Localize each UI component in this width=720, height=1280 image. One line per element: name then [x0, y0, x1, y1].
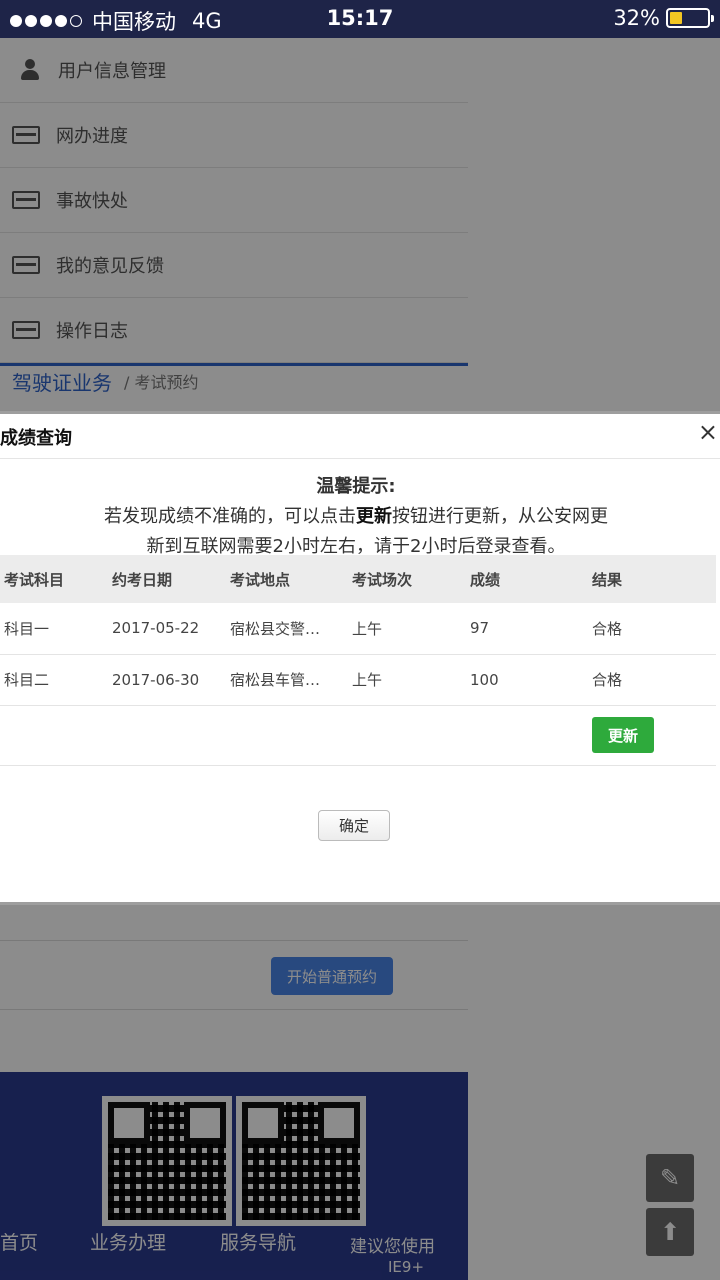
- table-cell: 2017-05-22: [108, 603, 226, 655]
- table-cell: 上午: [348, 603, 466, 655]
- table-action-row: 更新: [0, 705, 716, 766]
- battery-fill: [670, 12, 682, 24]
- notice-text-line1: 若发现成绩不准确的，可以点击更新按钮进行更新，从公安网更: [0, 502, 712, 528]
- score-query-dialog: 成绩查询 × 温馨提示: 若发现成绩不准确的，可以点击更新按钮进行更新，从公安网…: [0, 411, 720, 905]
- dialog-title: 成绩查询: [0, 428, 72, 449]
- table-cell: 上午: [348, 654, 466, 706]
- battery-icon: [666, 8, 714, 28]
- status-right: 32%: [613, 6, 714, 30]
- table-cell: 2017-06-30: [108, 654, 226, 706]
- table-cell: 合格: [588, 603, 716, 655]
- notice-text: 若发现成绩不准确的，可以点击: [104, 506, 356, 527]
- notice-emphasis: 更新: [356, 506, 392, 527]
- table-row: 科目二 2017-06-30 宿松县车管… 上午 100 合格: [0, 654, 716, 706]
- column-header: 约考日期: [108, 555, 226, 603]
- table-cell: 更新: [588, 705, 716, 766]
- table-cell: 科目一: [0, 603, 108, 655]
- close-icon[interactable]: ×: [698, 418, 718, 446]
- table-header-row: 考试科目 约考日期 考试地点 考试场次 成绩 结果: [0, 555, 716, 603]
- column-header: 考试地点: [226, 555, 348, 603]
- update-button[interactable]: 更新: [592, 717, 654, 753]
- table-cell: 宿松县车管…: [226, 654, 348, 706]
- column-header: 考试场次: [348, 555, 466, 603]
- table-row: 科目一 2017-05-22 宿松县交警… 上午 97 合格: [0, 603, 716, 655]
- score-table: 考试科目 约考日期 考试地点 考试场次 成绩 结果 科目一 2017-05-22…: [0, 555, 716, 766]
- column-header: 结果: [588, 555, 716, 603]
- battery-percent: 32%: [613, 6, 660, 30]
- table-cell: 合格: [588, 654, 716, 706]
- table-cell: [0, 705, 588, 766]
- notice-title: 温馨提示:: [316, 476, 396, 497]
- status-bar: 中国移动 4G 15:17 32%: [0, 0, 720, 38]
- table-cell: 100: [466, 654, 588, 706]
- table-cell: 宿松县交警…: [226, 603, 348, 655]
- table-cell: 科目二: [0, 654, 108, 706]
- table-cell: 97: [466, 603, 588, 655]
- clock: 15:17: [326, 6, 394, 30]
- confirm-button[interactable]: 确定: [318, 810, 390, 841]
- column-header: 成绩: [466, 555, 588, 603]
- column-header: 考试科目: [0, 555, 108, 603]
- notice-text: 按钮进行更新，从公安网更: [392, 506, 608, 527]
- dialog-divider: [0, 458, 720, 459]
